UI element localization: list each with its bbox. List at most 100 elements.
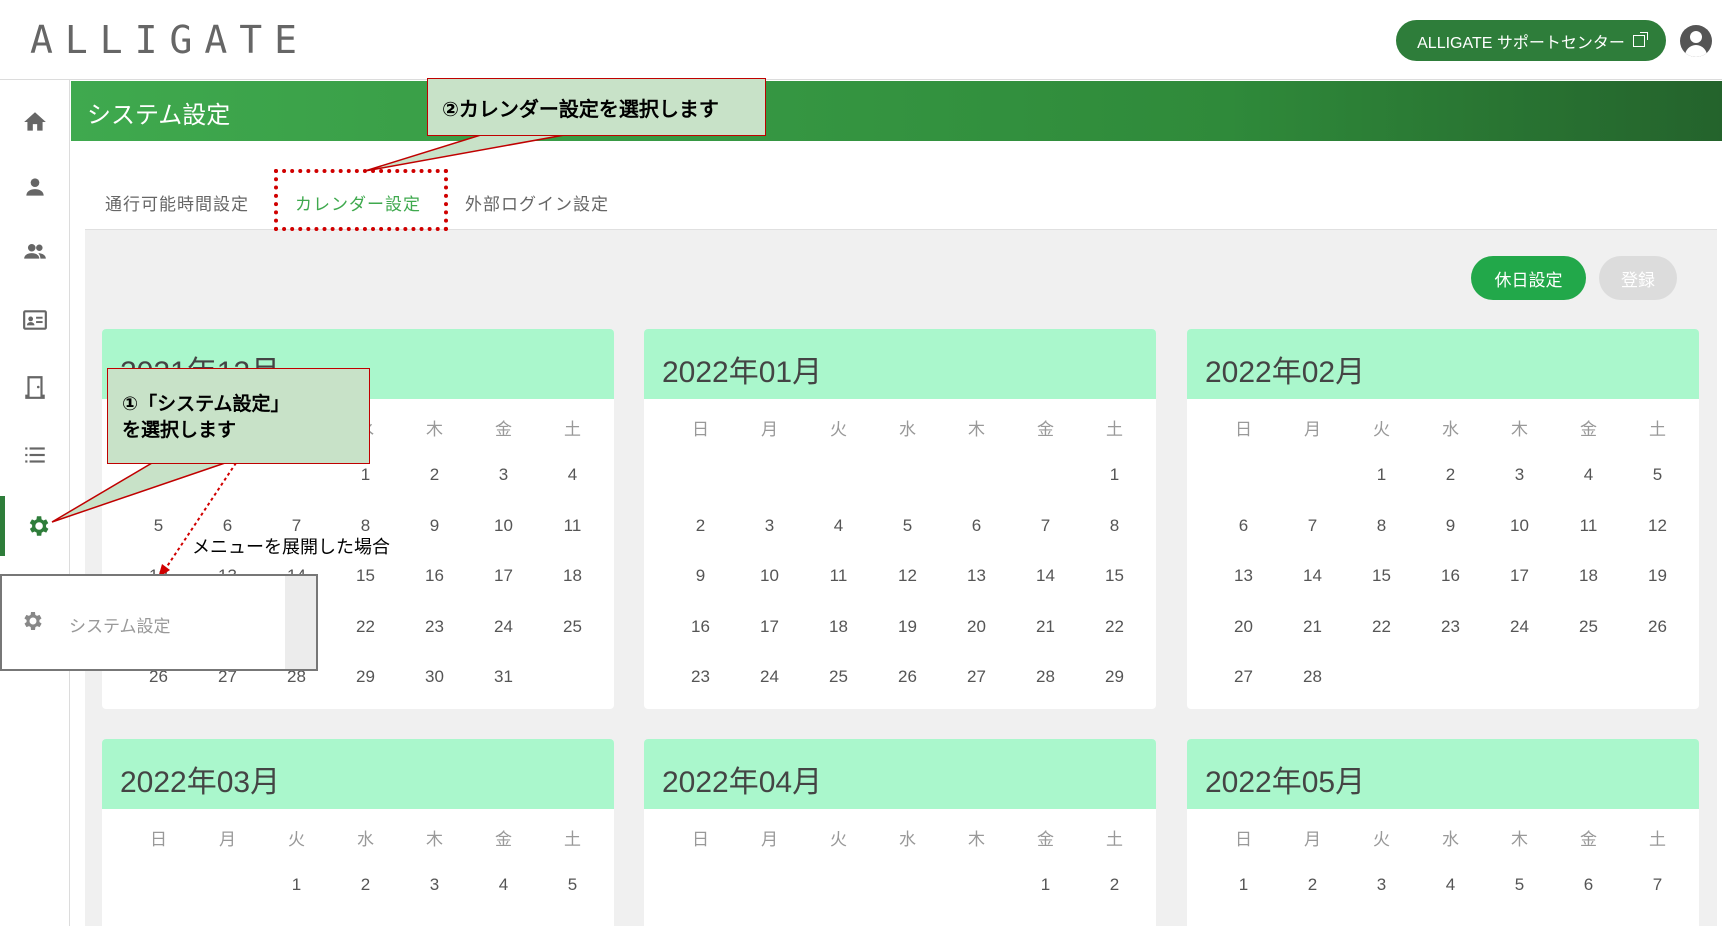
tab-access-time[interactable]: 通行可能時間設定 [105,190,249,215]
calendar-day[interactable]: 11 [538,516,607,536]
calendar-day[interactable]: 30 [400,667,469,687]
calendar-day[interactable]: 10 [735,566,804,586]
calendar-day[interactable]: 28 [1278,667,1347,687]
calendar-day[interactable]: 16 [400,566,469,586]
calendar-day[interactable]: 1 [262,875,331,895]
calendar-day[interactable]: 7 [1623,875,1692,895]
calendar-day[interactable]: 25 [1554,617,1623,637]
calendar-day[interactable]: 4 [1416,875,1485,895]
calendar-day[interactable]: 2 [1416,465,1485,485]
calendar-day[interactable]: 4 [804,516,873,536]
calendar-day[interactable]: 16 [1416,566,1485,586]
calendar-day[interactable]: 18 [538,566,607,586]
calendar-day[interactable]: 17 [735,617,804,637]
calendar-day[interactable]: 24 [735,667,804,687]
calendar-day[interactable]: 23 [400,617,469,637]
calendar-day[interactable]: 2 [400,465,469,485]
calendar-day[interactable]: 2 [1278,875,1347,895]
calendar-day[interactable]: 6 [1554,875,1623,895]
calendar-day[interactable]: 9 [666,566,735,586]
calendar-day[interactable]: 17 [469,566,538,586]
calendar-day[interactable]: 3 [1485,465,1554,485]
calendar-day[interactable]: 6 [1209,516,1278,536]
calendar-day[interactable]: 26 [1623,617,1692,637]
calendar-day[interactable]: 3 [1347,875,1416,895]
calendar-day[interactable]: 14 [1278,566,1347,586]
calendar-day[interactable]: 2 [666,516,735,536]
sidebar-item-door[interactable] [0,357,70,417]
tab-external-login[interactable]: 外部ログイン設定 [465,190,609,215]
calendar-day[interactable]: 3 [469,465,538,485]
calendar-day[interactable]: 21 [1011,617,1080,637]
sidebar-item-card[interactable] [0,290,70,350]
calendar-day[interactable]: 3 [735,516,804,536]
sidebar-item-settings[interactable] [0,496,70,556]
register-button[interactable]: 登録 [1599,256,1677,300]
calendar-day[interactable]: 15 [1347,566,1416,586]
calendar-day[interactable]: 20 [1209,617,1278,637]
calendar-day[interactable]: 16 [666,617,735,637]
calendar-day[interactable]: 5 [124,516,193,536]
calendar-day[interactable]: 5 [1485,875,1554,895]
calendar-day[interactable]: 7 [1278,516,1347,536]
calendar-day[interactable]: 1 [1011,875,1080,895]
calendar-day[interactable]: 8 [1080,516,1149,536]
calendar-day[interactable]: 31 [469,667,538,687]
calendar-day[interactable]: 3 [400,875,469,895]
calendar-day[interactable]: 8 [1347,516,1416,536]
calendar-day[interactable]: 9 [1416,516,1485,536]
calendar-day[interactable]: 25 [538,617,607,637]
calendar-day[interactable]: 4 [538,465,607,485]
calendar-day[interactable]: 1 [1080,465,1149,485]
calendar-day[interactable]: 22 [1080,617,1149,637]
calendar-day[interactable]: 2 [1080,875,1149,895]
calendar-day[interactable]: 24 [1485,617,1554,637]
holiday-settings-button[interactable]: 休日設定 [1471,256,1586,300]
calendar-day[interactable]: 29 [331,667,400,687]
calendar-day[interactable]: 26 [873,667,942,687]
account-circle-icon[interactable] [1680,25,1712,57]
calendar-day[interactable]: 4 [469,875,538,895]
calendar-day[interactable]: 29 [1080,667,1149,687]
calendar-day[interactable]: 21 [1278,617,1347,637]
calendar-day[interactable]: 11 [1554,516,1623,536]
calendar-day[interactable]: 20 [942,617,1011,637]
sidebar-item-group[interactable] [0,221,70,281]
calendar-day[interactable]: 1 [1209,875,1278,895]
calendar-day[interactable]: 19 [1623,566,1692,586]
calendar-day[interactable]: 12 [873,566,942,586]
calendar-day[interactable]: 25 [804,667,873,687]
calendar-day[interactable]: 19 [873,617,942,637]
calendar-day[interactable]: 22 [331,617,400,637]
calendar-day[interactable]: 18 [804,617,873,637]
sidebar-item-user[interactable] [0,157,70,217]
calendar-day[interactable]: 6 [942,516,1011,536]
calendar-day[interactable]: 4 [1554,465,1623,485]
calendar-day[interactable]: 17 [1485,566,1554,586]
calendar-day[interactable]: 5 [873,516,942,536]
calendar-day[interactable]: 15 [1080,566,1149,586]
calendar-day[interactable]: 5 [1623,465,1692,485]
calendar-day[interactable]: 7 [1011,516,1080,536]
calendar-day[interactable]: 18 [1554,566,1623,586]
calendar-day[interactable]: 5 [538,875,607,895]
calendar-day[interactable]: 1 [331,465,400,485]
calendar-day[interactable]: 14 [1011,566,1080,586]
calendar-day[interactable]: 13 [942,566,1011,586]
expanded-menu-item-settings[interactable]: システム設定 [2,576,285,669]
calendar-day[interactable]: 2 [331,875,400,895]
calendar-day[interactable]: 12 [1623,516,1692,536]
calendar-day[interactable]: 15 [331,566,400,586]
calendar-day[interactable]: 23 [1416,617,1485,637]
calendar-day[interactable]: 23 [666,667,735,687]
calendar-day[interactable]: 28 [1011,667,1080,687]
calendar-day[interactable]: 13 [1209,566,1278,586]
calendar-day[interactable]: 10 [469,516,538,536]
calendar-day[interactable]: 24 [469,617,538,637]
calendar-day[interactable]: 1 [1347,465,1416,485]
sidebar-item-list[interactable] [0,425,70,485]
calendar-day[interactable]: 22 [1347,617,1416,637]
calendar-day[interactable]: 27 [1209,667,1278,687]
calendar-day[interactable]: 27 [942,667,1011,687]
support-center-button[interactable]: ALLIGATE サポートセンター [1396,20,1666,61]
